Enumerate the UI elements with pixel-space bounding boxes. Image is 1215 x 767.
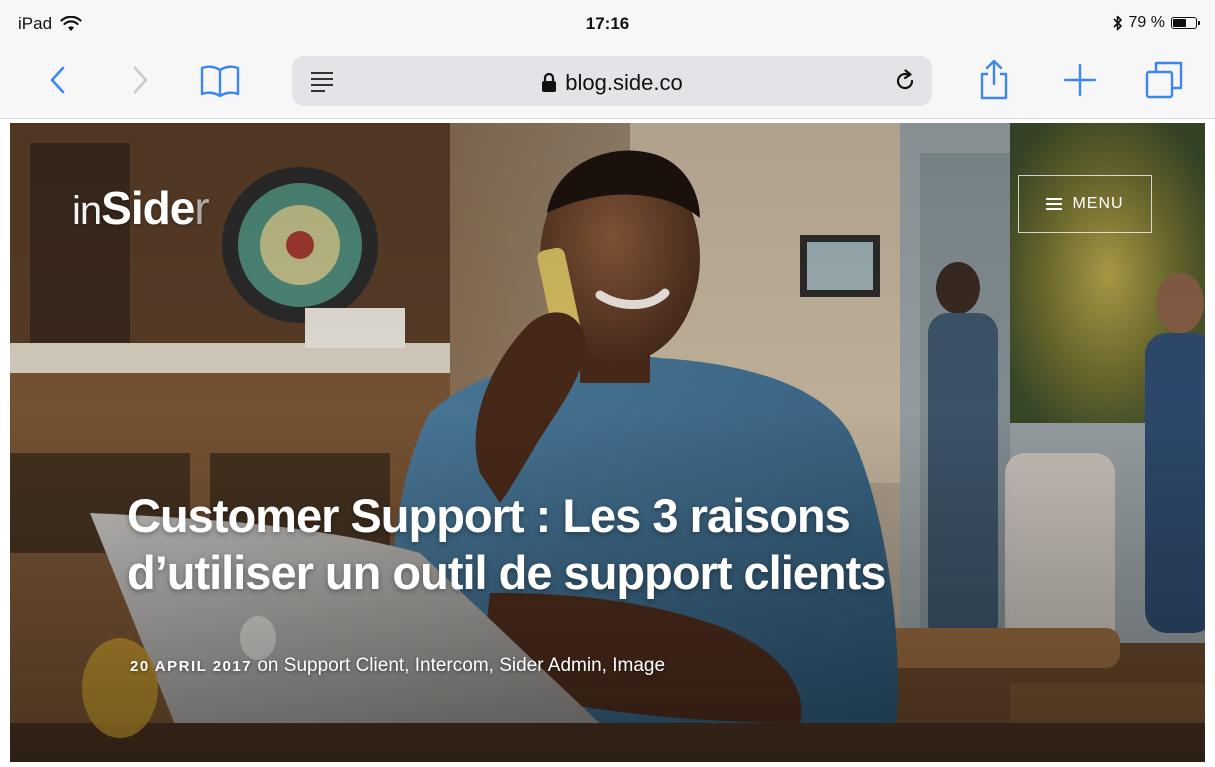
- bookmarks-button[interactable]: [198, 58, 242, 102]
- menu-button[interactable]: MENU: [1018, 175, 1152, 233]
- browser-toolbar: blog.side.co: [0, 46, 1215, 119]
- tag-link[interactable]: Image: [612, 655, 665, 676]
- post-title: Customer Support : Les 3 raisons d’utili…: [127, 487, 1067, 601]
- forward-icon: [133, 66, 148, 94]
- bluetooth-icon: [1112, 15, 1122, 31]
- status-bar: iPad 17:16 79 %: [0, 0, 1215, 46]
- post-title-line-2: d’utiliser un outil de support clients: [127, 546, 886, 599]
- share-icon: [980, 59, 1008, 100]
- share-button[interactable]: [972, 58, 1016, 102]
- bookmarks-icon: [200, 65, 240, 98]
- reload-icon: [896, 69, 914, 90]
- forward-button[interactable]: [118, 58, 162, 102]
- new-tab-icon: [1063, 63, 1097, 97]
- tabs-button[interactable]: [1142, 58, 1186, 102]
- url-display[interactable]: blog.side.co: [292, 70, 932, 96]
- back-button[interactable]: [36, 58, 80, 102]
- address-bar[interactable]: blog.side.co: [292, 56, 932, 106]
- back-icon: [50, 66, 65, 94]
- battery-percent: 79 %: [1128, 14, 1165, 31]
- tag-link[interactable]: Support Client: [284, 655, 404, 676]
- post-meta-on: on: [257, 655, 279, 676]
- tag-link[interactable]: Intercom: [415, 655, 489, 676]
- lock-icon: [542, 72, 557, 92]
- url-text: blog.side.co: [565, 70, 683, 95]
- logo-suffix: r: [194, 182, 209, 234]
- tag-separator: ,: [601, 655, 613, 676]
- hero-header: inSider MENU Customer Support : Les 3 ra…: [10, 123, 1205, 762]
- logo-brand: Side: [101, 182, 195, 234]
- new-tab-button[interactable]: [1058, 58, 1102, 102]
- hamburger-icon: [1046, 198, 1063, 210]
- tag-link[interactable]: Sider Admin: [499, 655, 601, 676]
- battery-fill: [1173, 19, 1186, 27]
- logo-prefix: in: [72, 189, 102, 233]
- site-logo[interactable]: inSider: [72, 181, 210, 235]
- battery-icon: [1171, 17, 1200, 29]
- post-meta: 20 APRIL 2017 on Support Client, Interco…: [130, 655, 665, 677]
- tag-separator: ,: [488, 655, 500, 676]
- clock: 17:16: [585, 14, 630, 33]
- post-date: 20 APRIL 2017: [130, 658, 253, 675]
- status-right: 79 %: [1112, 14, 1200, 32]
- tag-separator: ,: [404, 655, 415, 676]
- reload-button[interactable]: [890, 66, 920, 96]
- tabs-icon: [1145, 61, 1183, 99]
- post-title-line-1: Customer Support : Les 3 raisons: [127, 489, 851, 542]
- menu-label: MENU: [1072, 195, 1124, 212]
